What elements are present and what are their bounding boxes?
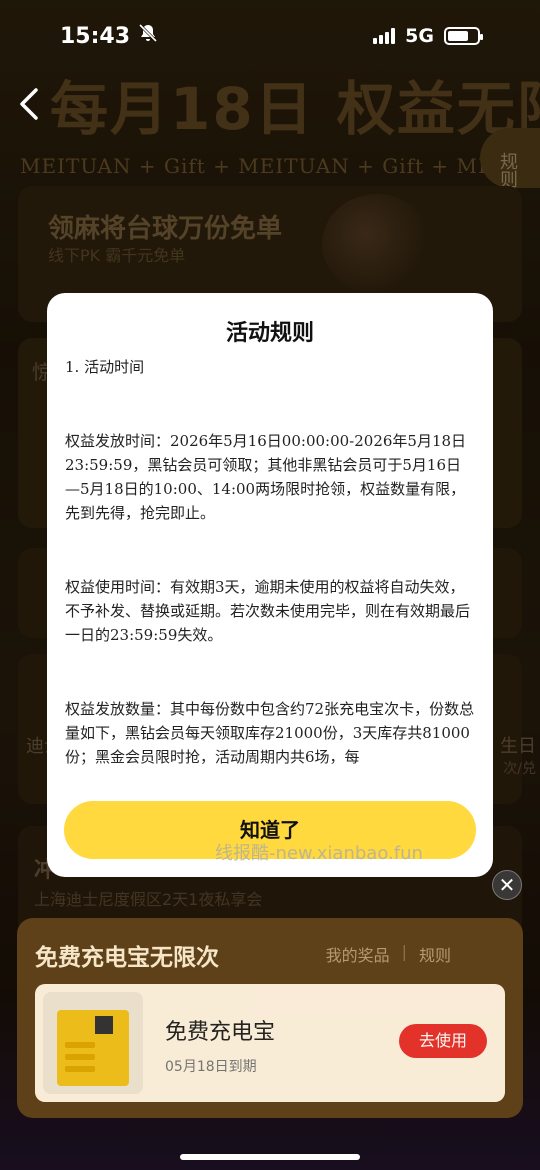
- sheet-links: 我的奖品 | 规则: [326, 942, 451, 966]
- use-now-button[interactable]: 去使用: [399, 1024, 487, 1058]
- home-indicator[interactable]: [180, 1154, 360, 1160]
- reward-card[interactable]: 免费充电宝 05月18日到期 去使用: [35, 984, 505, 1102]
- back-button[interactable]: [14, 84, 48, 124]
- my-prizes-link[interactable]: 我的奖品: [326, 942, 390, 966]
- rules-link[interactable]: 规则: [419, 942, 451, 966]
- signal-icon: [373, 28, 396, 44]
- scroll-fade: [47, 761, 493, 791]
- modal-title: 活动规则: [225, 321, 314, 346]
- rules-paragraph: 权益发放时间：2026年5月16日00:00:00-2026年5月18日23:5…: [65, 432, 467, 522]
- rules-paragraph: 权益使用时间：有效期3天，逾期未使用的权益将自动失效，不予补发、替换或延期。若次…: [65, 578, 471, 644]
- battery-icon: [444, 27, 483, 45]
- reward-name: 免费充电宝: [165, 1020, 276, 1045]
- status-time: 15:43: [60, 23, 131, 49]
- mute-bell-icon: [138, 23, 158, 49]
- rules-paragraph: 权益发放数量：其中每份数中包含约72张充电宝次卡，份数总量如下，黑钻会员每天领取…: [65, 700, 475, 766]
- rules-modal: 活动规则 1. 活动时间 权益发放时间：2026年5月16日00:00:00-2…: [47, 293, 493, 877]
- rules-paragraph: 1. 活动时间: [65, 358, 145, 376]
- power-bank-image: [43, 992, 143, 1094]
- chevron-left-icon: [20, 88, 38, 120]
- rules-scroll-area[interactable]: 1. 活动时间 权益发放时间：2026年5月16日00:00:00-2026年5…: [65, 355, 475, 785]
- link-divider: |: [401, 942, 407, 961]
- reward-sheet: 免费充电宝无限次 我的奖品 | 规则 免费充电宝 05月18日到期 去使用: [17, 918, 523, 1118]
- watermark-text: 线报酷-new.xianbao.fun: [215, 843, 423, 864]
- status-right-group: 5G: [373, 25, 483, 47]
- status-bar: 15:43 5G: [0, 0, 540, 72]
- sheet-title: 免费充电宝无限次: [35, 945, 219, 971]
- network-type: 5G: [405, 25, 434, 47]
- reward-expiry: 05月18日到期: [165, 1059, 257, 1075]
- status-time-group: 15:43: [60, 23, 158, 49]
- close-icon[interactable]: ✕: [492, 870, 522, 900]
